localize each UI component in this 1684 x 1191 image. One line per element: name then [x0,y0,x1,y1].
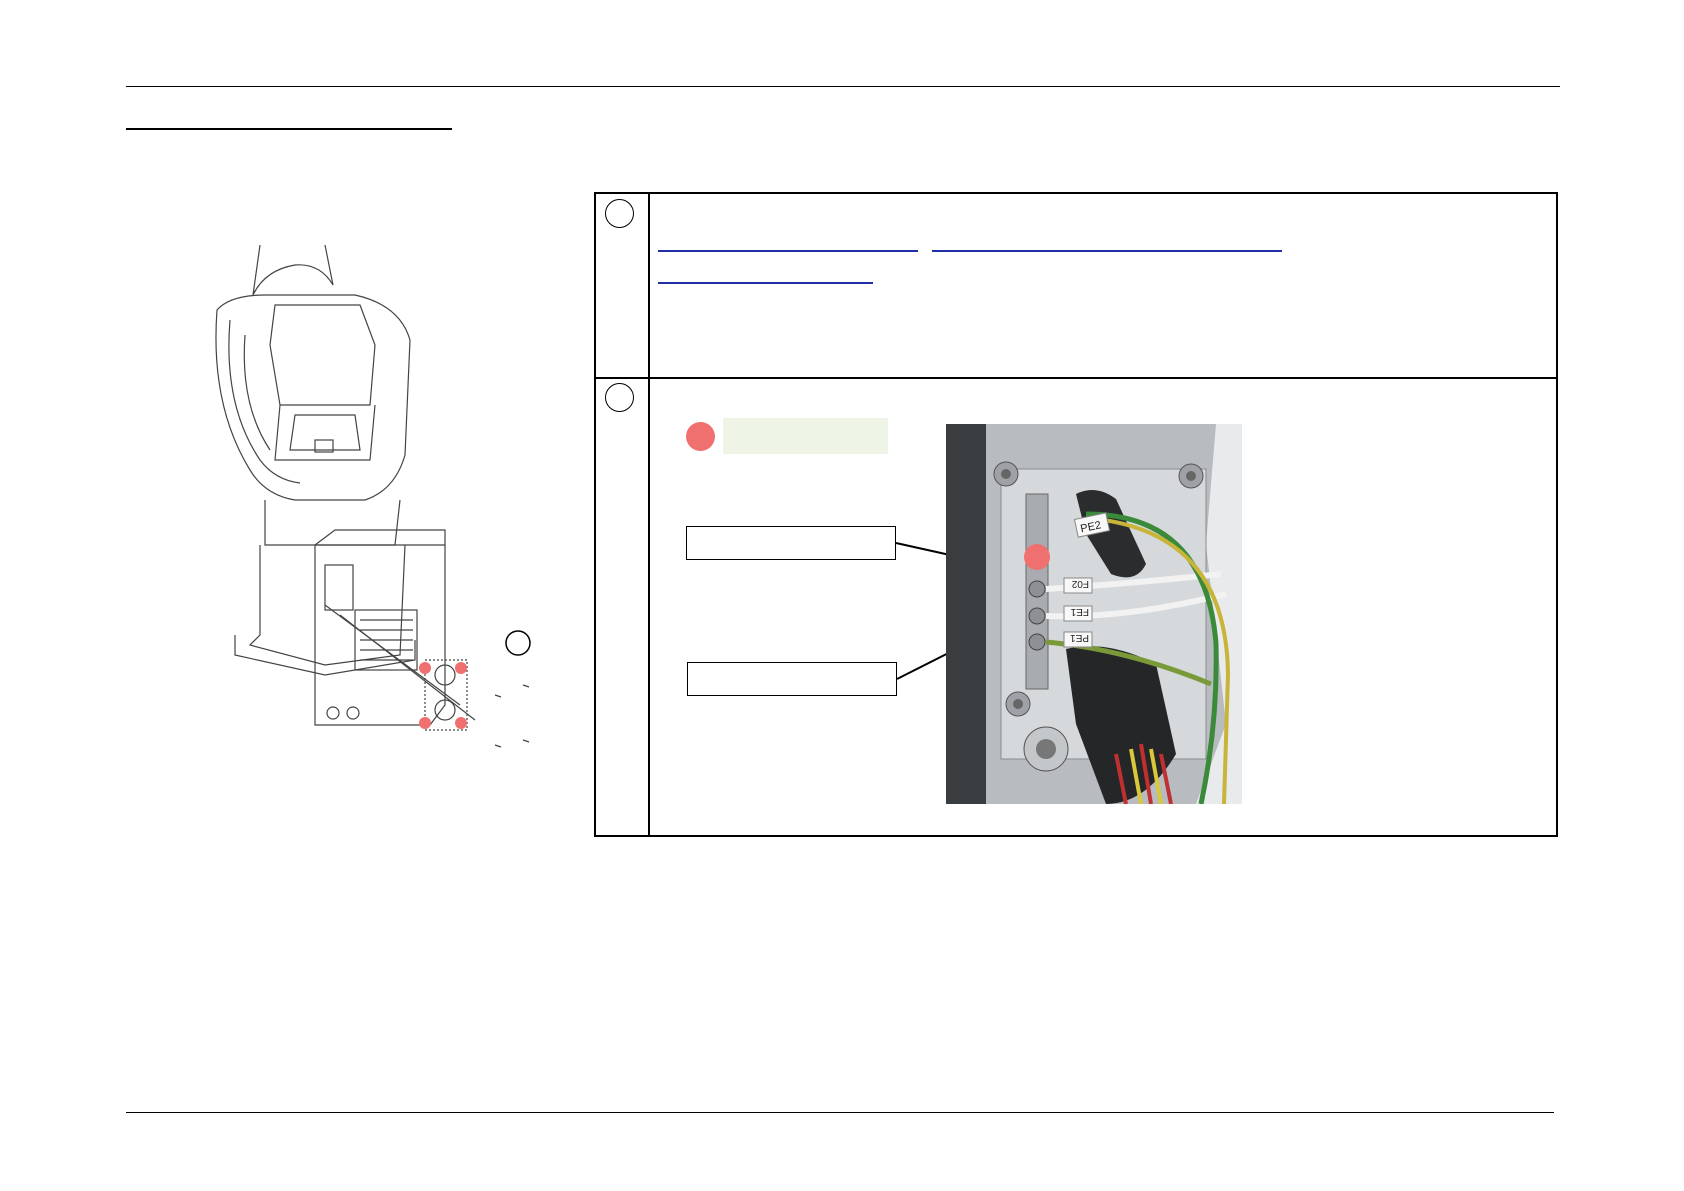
hyperlink-underline[interactable] [658,282,873,284]
marker-dot [455,662,467,674]
legend-marker-dot [686,422,715,451]
legend-label-box [723,418,888,454]
footer-rule [126,1112,1554,1113]
marker-dot [419,662,431,674]
wire-label: FE1 [1070,606,1089,617]
robot-line-drawing [215,245,531,748]
callout-label-box [687,662,897,696]
marker-dot [1024,544,1050,570]
hyperlink-underline[interactable] [658,250,918,252]
wire-label: PE1 [1070,632,1089,643]
wire-label: F02 [1071,578,1089,589]
marker-dot [419,717,431,729]
ground-terminal-photo: PE2 F02 FE1 PE1 [946,424,1242,804]
section-heading-underline [126,96,452,130]
table-column-divider [648,194,650,835]
table-row-divider [596,377,1556,379]
step-2-number-circle [605,383,634,412]
step-1-number-circle [605,199,634,228]
steps-table: PE2 F02 FE1 PE1 [594,192,1558,837]
header-rule [126,86,1560,87]
hyperlink-underline[interactable] [932,250,1282,252]
callout-label-box [686,526,896,560]
marker-dot [455,717,467,729]
